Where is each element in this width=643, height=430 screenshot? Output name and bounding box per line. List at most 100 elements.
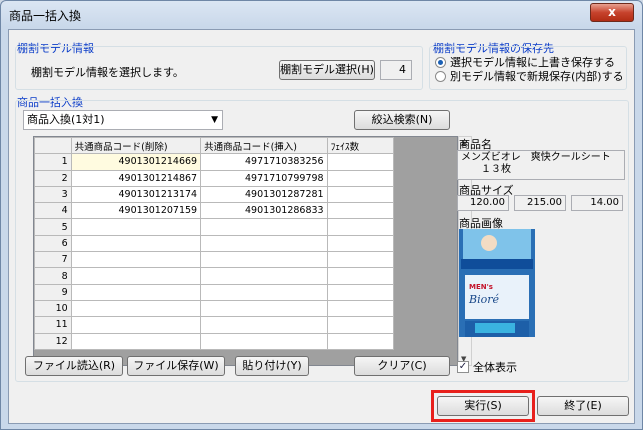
show-all-label: 全体表示 xyxy=(473,361,517,374)
paste-button[interactable]: 貼り付け(Y) xyxy=(235,356,309,376)
filter-search-button[interactable]: 絞込検索(N) xyxy=(354,110,450,130)
row-number[interactable]: 2 xyxy=(34,169,72,187)
cell-insert-code[interactable] xyxy=(200,283,328,301)
table-row[interactable]: 12 xyxy=(34,332,457,350)
header-delete-code[interactable]: 共通商品コード(削除) xyxy=(70,137,202,155)
row-number[interactable]: 12 xyxy=(34,332,72,350)
row-number[interactable]: 8 xyxy=(34,267,72,285)
cell-delete-code[interactable]: 4901301213174 xyxy=(70,185,202,204)
table-row[interactable]: 11 xyxy=(34,316,457,334)
cell-face-count[interactable] xyxy=(326,234,395,253)
cell-face-count[interactable] xyxy=(326,283,395,301)
row-number[interactable]: 5 xyxy=(34,218,72,236)
row-number[interactable]: 3 xyxy=(34,185,72,204)
file-save-button[interactable]: ファイル保存(W) xyxy=(127,356,225,376)
cell-delete-code[interactable] xyxy=(70,316,202,334)
grid-empty-area xyxy=(393,186,457,203)
table-row[interactable]: 9 xyxy=(34,283,457,301)
radio-save-new-label: 別モデル情報で新規保存(内部)する xyxy=(450,70,624,83)
exit-button[interactable]: 終了(E) xyxy=(537,396,629,416)
cell-delete-code[interactable] xyxy=(70,267,202,285)
radio-selected-icon xyxy=(435,56,446,68)
chevron-down-icon: ▼ xyxy=(211,115,218,125)
grid-empty-area xyxy=(393,153,457,171)
cell-face-count[interactable] xyxy=(326,316,395,334)
cell-delete-code[interactable]: 4901301214669 xyxy=(70,153,202,171)
table-row[interactable]: 4 4901301207159 4901301286833 xyxy=(34,202,457,220)
cell-insert-code[interactable] xyxy=(200,267,328,285)
grid-empty-area xyxy=(393,137,457,154)
cell-face-count[interactable] xyxy=(326,153,395,171)
table-row[interactable]: 7 xyxy=(34,251,457,269)
product-image: MEN's Bioré xyxy=(459,229,535,337)
cell-insert-code[interactable] xyxy=(200,316,328,334)
clear-button[interactable]: クリア(C) xyxy=(354,356,450,376)
table-row[interactable]: 10 xyxy=(34,299,457,318)
product-height: 215.00 xyxy=(514,195,566,211)
cell-insert-code[interactable] xyxy=(200,299,328,318)
cell-delete-code[interactable]: 4901301214867 xyxy=(70,169,202,187)
product-name-line2: １３枚 xyxy=(481,164,511,175)
cell-delete-code[interactable] xyxy=(70,218,202,236)
grid-table: 共通商品コード(削除) 共通商品コード(挿入) ﾌｪｲｽ数 1 490130121… xyxy=(34,137,457,350)
checkmark-icon: ✓ xyxy=(457,361,469,373)
cell-insert-code[interactable] xyxy=(200,218,328,236)
cell-insert-code[interactable] xyxy=(200,234,328,253)
row-number[interactable]: 4 xyxy=(34,202,72,220)
product-depth: 14.00 xyxy=(571,195,623,211)
table-row[interactable]: 8 xyxy=(34,267,457,285)
cell-face-count[interactable] xyxy=(326,332,395,350)
product-name-line1: メンズビオレ 爽快クールシート xyxy=(461,152,611,163)
grid-empty-area xyxy=(393,316,457,334)
header-face-count[interactable]: ﾌｪｲｽ数 xyxy=(326,137,395,155)
cell-delete-code[interactable] xyxy=(70,332,202,350)
cell-face-count[interactable] xyxy=(326,169,395,187)
row-number[interactable]: 7 xyxy=(34,251,72,269)
model-info-description: 棚割モデル情報を選択します。 xyxy=(31,66,184,79)
close-button[interactable]: x xyxy=(590,3,634,22)
grid-empty-area xyxy=(393,333,457,350)
row-number[interactable]: 11 xyxy=(34,316,72,334)
cell-insert-code[interactable] xyxy=(200,332,328,350)
cell-insert-code[interactable]: 4901301286833 xyxy=(200,202,328,220)
cell-delete-code[interactable] xyxy=(70,251,202,269)
title-bar[interactable]: 商品一括入換 x xyxy=(1,1,642,29)
cell-face-count[interactable] xyxy=(326,299,395,318)
product-image-logo: Bioré xyxy=(468,293,499,306)
table-row[interactable]: 3 4901301213174 4901301287281 xyxy=(34,185,457,204)
table-row[interactable]: 2 4901301214867 4971710799798 xyxy=(34,169,457,187)
table-row[interactable]: 6 xyxy=(34,234,457,253)
table-row[interactable]: 5 xyxy=(34,218,457,236)
table-row[interactable]: 1 4901301214669 4971710383256 xyxy=(34,153,457,171)
window-title: 商品一括入換 xyxy=(9,9,82,23)
row-number[interactable]: 1 xyxy=(34,153,72,171)
cell-face-count[interactable] xyxy=(326,202,395,220)
cell-face-count[interactable] xyxy=(326,251,395,269)
cell-delete-code[interactable] xyxy=(70,234,202,253)
grid-empty-area xyxy=(393,284,457,301)
grid-empty-area xyxy=(393,218,457,236)
grid-empty-area xyxy=(393,251,457,268)
row-number[interactable]: 10 xyxy=(34,299,72,318)
show-all-checkbox[interactable]: ✓ 全体表示 xyxy=(457,359,517,375)
grid-empty-area xyxy=(393,235,457,252)
radio-save-new[interactable]: 別モデル情報で新規保存(内部)する xyxy=(435,68,624,84)
cell-delete-code[interactable] xyxy=(70,283,202,301)
cell-delete-code[interactable]: 4901301207159 xyxy=(70,202,202,220)
cell-insert-code[interactable]: 4901301287281 xyxy=(200,185,328,204)
grid-empty-area xyxy=(393,202,457,219)
replacement-grid[interactable]: 共通商品コード(削除) 共通商品コード(挿入) ﾌｪｲｽ数 1 490130121… xyxy=(33,136,458,366)
cell-insert-code[interactable]: 4971710799798 xyxy=(200,169,328,187)
header-insert-code[interactable]: 共通商品コード(挿入) xyxy=(200,137,328,155)
cell-face-count[interactable] xyxy=(326,218,395,236)
cell-delete-code[interactable] xyxy=(70,299,202,318)
file-load-button[interactable]: ファイル読込(R) xyxy=(25,356,123,376)
row-number[interactable]: 9 xyxy=(34,283,72,301)
cell-insert-code[interactable] xyxy=(200,251,328,269)
cell-insert-code[interactable]: 4971710383256 xyxy=(200,153,328,171)
cell-face-count[interactable] xyxy=(326,185,395,204)
cell-face-count[interactable] xyxy=(326,267,395,285)
select-model-button[interactable]: 棚割モデル選択(H) xyxy=(279,60,375,80)
mode-dropdown[interactable]: 商品入換(1対1) ▼ xyxy=(23,110,223,130)
row-number[interactable]: 6 xyxy=(34,234,72,253)
